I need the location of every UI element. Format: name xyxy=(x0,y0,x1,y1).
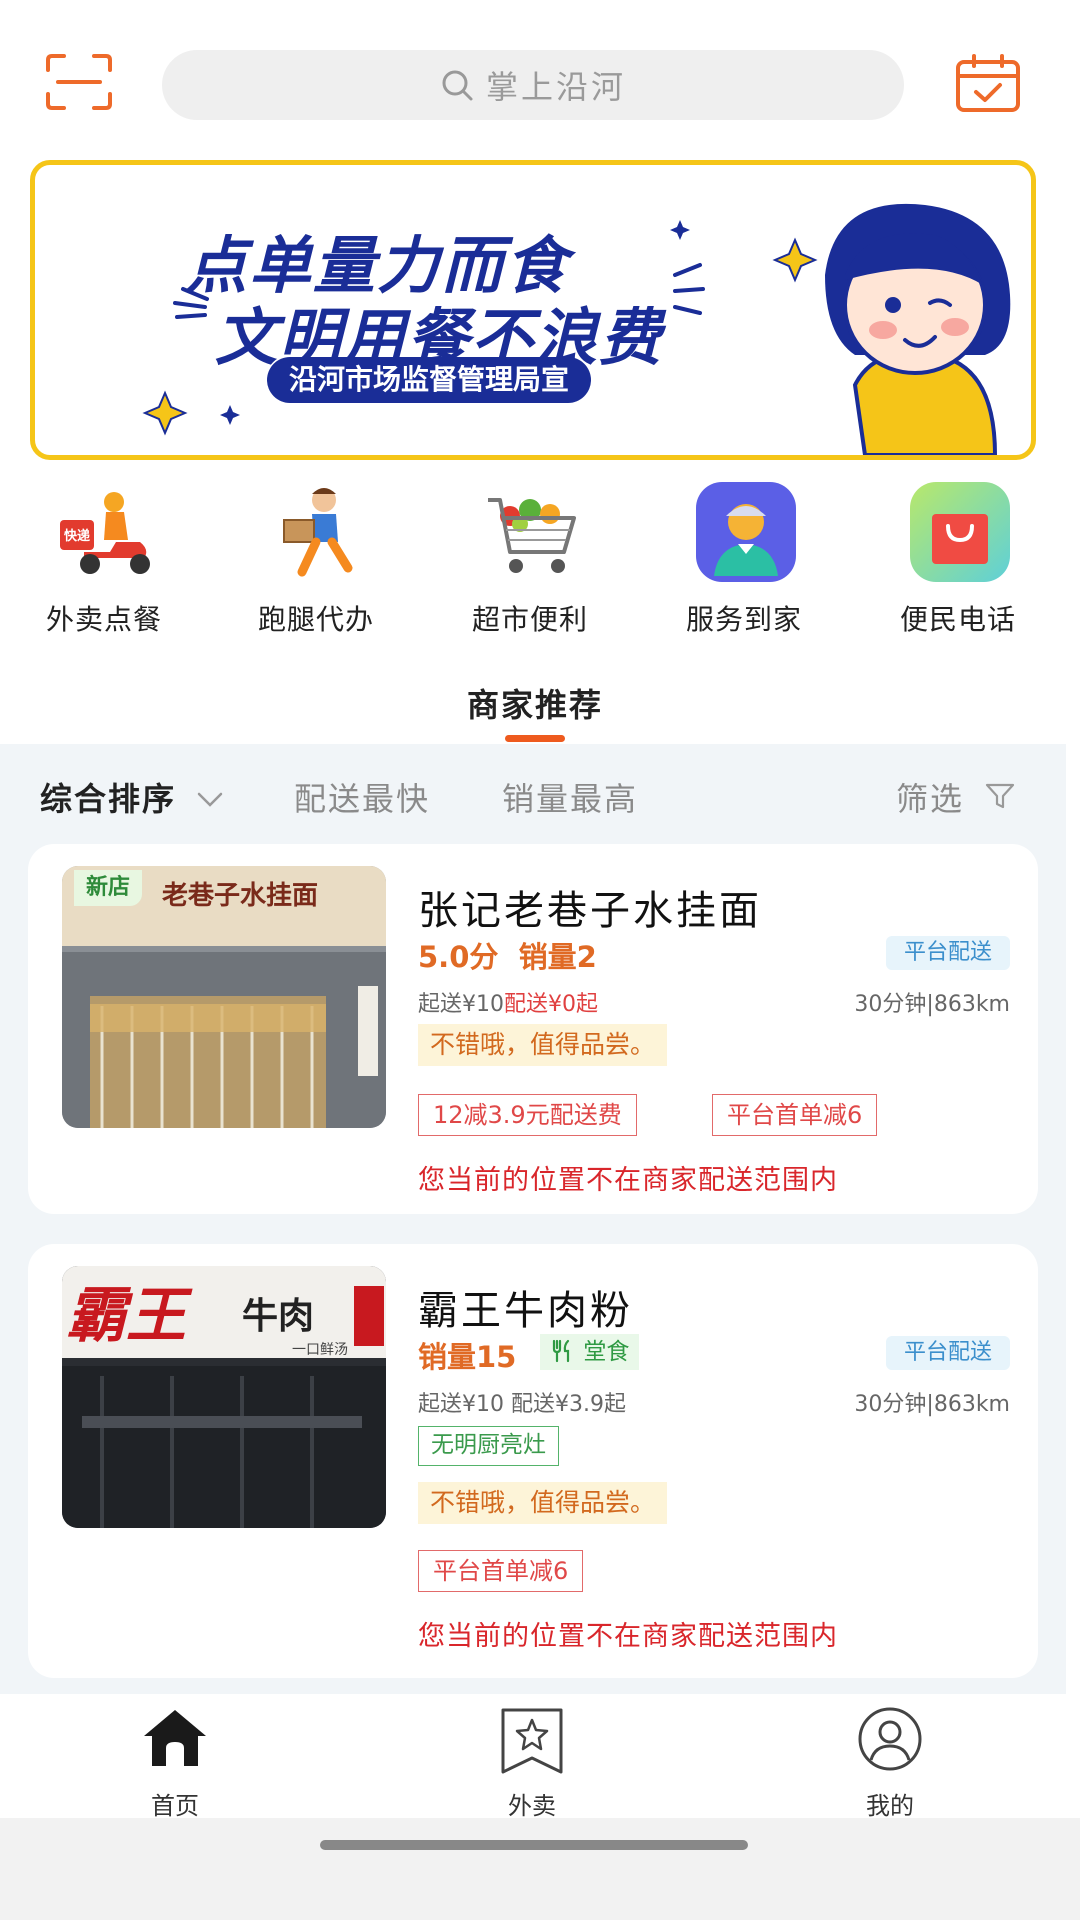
min-order: 起送¥10 xyxy=(418,992,504,1017)
nav-takeout-label: 外卖 xyxy=(508,1792,556,1820)
platform-delivery-tag: 平台配送 xyxy=(885,936,1010,970)
category-supermarket[interactable]: 超市便利 xyxy=(440,480,620,640)
sort-comprehensive[interactable]: 综合排序 xyxy=(40,774,225,820)
user-icon xyxy=(858,1707,922,1771)
shop-sales: 销量2 xyxy=(518,940,597,974)
review-snippet: 不错哦，值得品尝。 xyxy=(418,1482,668,1524)
chevron-down-icon xyxy=(197,792,223,807)
system-nav-bar xyxy=(0,1818,1080,1920)
open-kitchen-tag: 无明厨亮灶 xyxy=(418,1426,559,1466)
cartoon-girl-illustration xyxy=(825,203,1011,455)
bottom-nav: 首页 外卖 我的 xyxy=(0,1694,1080,1820)
search-bar[interactable]: 掌上沿河 xyxy=(162,50,904,120)
nav-profile-label: 我的 xyxy=(866,1792,914,1820)
filter-icon xyxy=(986,783,1015,809)
filter-button[interactable]: 筛选 xyxy=(896,774,1016,820)
bookmark-star-icon xyxy=(501,1708,563,1774)
shop-photo: 霸王 牛肉 一口鲜汤 xyxy=(62,1266,386,1528)
nav-takeout[interactable]: 外卖 xyxy=(452,1706,612,1820)
new-shop-badge: 新店 xyxy=(74,870,143,906)
category-label: 外卖点餐 xyxy=(45,603,162,636)
calendar-checkin-icon[interactable] xyxy=(954,52,1022,114)
errand-runner-icon xyxy=(283,488,353,577)
shopping-bag-icon xyxy=(910,482,1010,582)
category-home-service[interactable]: 服务到家 xyxy=(654,480,834,640)
home-indicator[interactable] xyxy=(320,1840,748,1850)
sort-sales[interactable]: 销量最高 xyxy=(502,774,638,820)
delivery-eta: 30分钟|863km xyxy=(854,992,1010,1017)
shop-card[interactable]: 老巷子水挂面 新店 张记老巷子水挂面 5.0分 销量2 平台配送 起送¥10配送… xyxy=(28,844,1038,1214)
shop-name[interactable]: 霸王牛肉粉 xyxy=(418,1278,633,1336)
sort-bar: 综合排序 配送最快 销量最高 筛选 xyxy=(0,744,1066,844)
scooter-box-text: 快递 xyxy=(64,528,90,544)
category-hotline[interactable]: 便民电话 xyxy=(868,480,1048,640)
service-person-icon xyxy=(696,482,796,582)
shop-score: 5.0分 xyxy=(418,940,499,974)
home-icon xyxy=(144,1710,206,1766)
category-label: 服务到家 xyxy=(685,603,802,636)
delivery-fee: 配送¥0起 xyxy=(504,992,598,1017)
nav-home[interactable]: 首页 xyxy=(95,1706,255,1820)
cutlery-icon xyxy=(552,1339,570,1363)
search-icon xyxy=(442,70,473,101)
review-snippet: 不错哦，值得品尝。 xyxy=(418,1024,668,1066)
app-screen: 掌上沿河 点单量力而食 文明用餐不浪费 沿河市场监督管理局宣 快递 外卖点餐 跑… xyxy=(0,0,1080,1920)
shop-sign-sub: 牛肉 xyxy=(242,1296,314,1337)
shop-delivery-info: 起送¥10配送¥0起 xyxy=(418,986,598,1018)
section-tab-indicator xyxy=(505,735,565,742)
shop-sign-main: 霸王 xyxy=(66,1281,193,1351)
platform-delivery-tag: 平台配送 xyxy=(885,1336,1010,1370)
nav-home-label: 首页 xyxy=(151,1792,199,1820)
search-placeholder: 掌上沿河 xyxy=(485,68,626,106)
delivery-eta: 30分钟|863km xyxy=(854,1392,1010,1417)
scan-icon[interactable] xyxy=(44,52,114,112)
shop-sign-small: 一口鲜汤 xyxy=(292,1342,348,1358)
top-bar: 掌上沿河 xyxy=(0,0,1080,150)
shop-sign-text: 老巷子水挂面 xyxy=(162,881,318,911)
delivery-scooter-icon: 快递 xyxy=(60,492,150,574)
shop-sales: 销量15 xyxy=(418,1340,517,1374)
dine-in-tag: 堂食 xyxy=(540,1334,640,1370)
shop-score-sales: 5.0分 销量2 xyxy=(418,934,597,976)
promo-tag: 12减3.9元配送费 xyxy=(418,1094,637,1136)
shop-name[interactable]: 张记老巷子水挂面 xyxy=(418,878,762,936)
category-row: 快递 外卖点餐 跑腿代办 超市便利 服务到家 便民电话 xyxy=(0,480,1080,640)
promo-banner[interactable]: 点单量力而食 文明用餐不浪费 沿河市场监督管理局宣 xyxy=(30,160,1036,460)
category-label: 超市便利 xyxy=(471,603,588,636)
category-label: 跑腿代办 xyxy=(257,603,374,636)
shop-delivery-info: 起送¥10 配送¥3.9起 xyxy=(418,1392,626,1417)
dine-in-label: 堂食 xyxy=(583,1339,630,1365)
shop-feed: 综合排序 配送最快 销量最高 筛选 老巷子水挂面 新店 张记老巷子水挂面 5.0… xyxy=(0,744,1066,1694)
nav-profile[interactable]: 我的 xyxy=(810,1706,970,1820)
sort-fastest[interactable]: 配送最快 xyxy=(294,774,430,820)
sort-comprehensive-label: 综合排序 xyxy=(40,780,177,818)
out-of-range-warning: 您当前的位置不在商家配送范围内 xyxy=(418,1621,838,1652)
shopping-cart-icon xyxy=(488,498,576,573)
promo-tag: 平台首单减6 xyxy=(418,1550,584,1592)
category-takeout[interactable]: 快递 外卖点餐 xyxy=(14,480,194,640)
filter-label: 筛选 xyxy=(896,780,965,818)
shop-photo: 老巷子水挂面 新店 xyxy=(62,866,386,1128)
category-errand[interactable]: 跑腿代办 xyxy=(226,480,406,640)
banner-issuer: 沿河市场监督管理局宣 xyxy=(267,357,592,403)
section-title[interactable]: 商家推荐 xyxy=(0,680,1070,726)
out-of-range-warning: 您当前的位置不在商家配送范围内 xyxy=(418,1165,838,1196)
shop-card[interactable]: 霸王 牛肉 一口鲜汤 霸王牛肉粉 销量15 堂食 平台配送 起送¥10 配送¥3… xyxy=(28,1244,1038,1678)
promo-tag: 平台首单减6 xyxy=(712,1094,878,1136)
category-label: 便民电话 xyxy=(899,603,1016,636)
